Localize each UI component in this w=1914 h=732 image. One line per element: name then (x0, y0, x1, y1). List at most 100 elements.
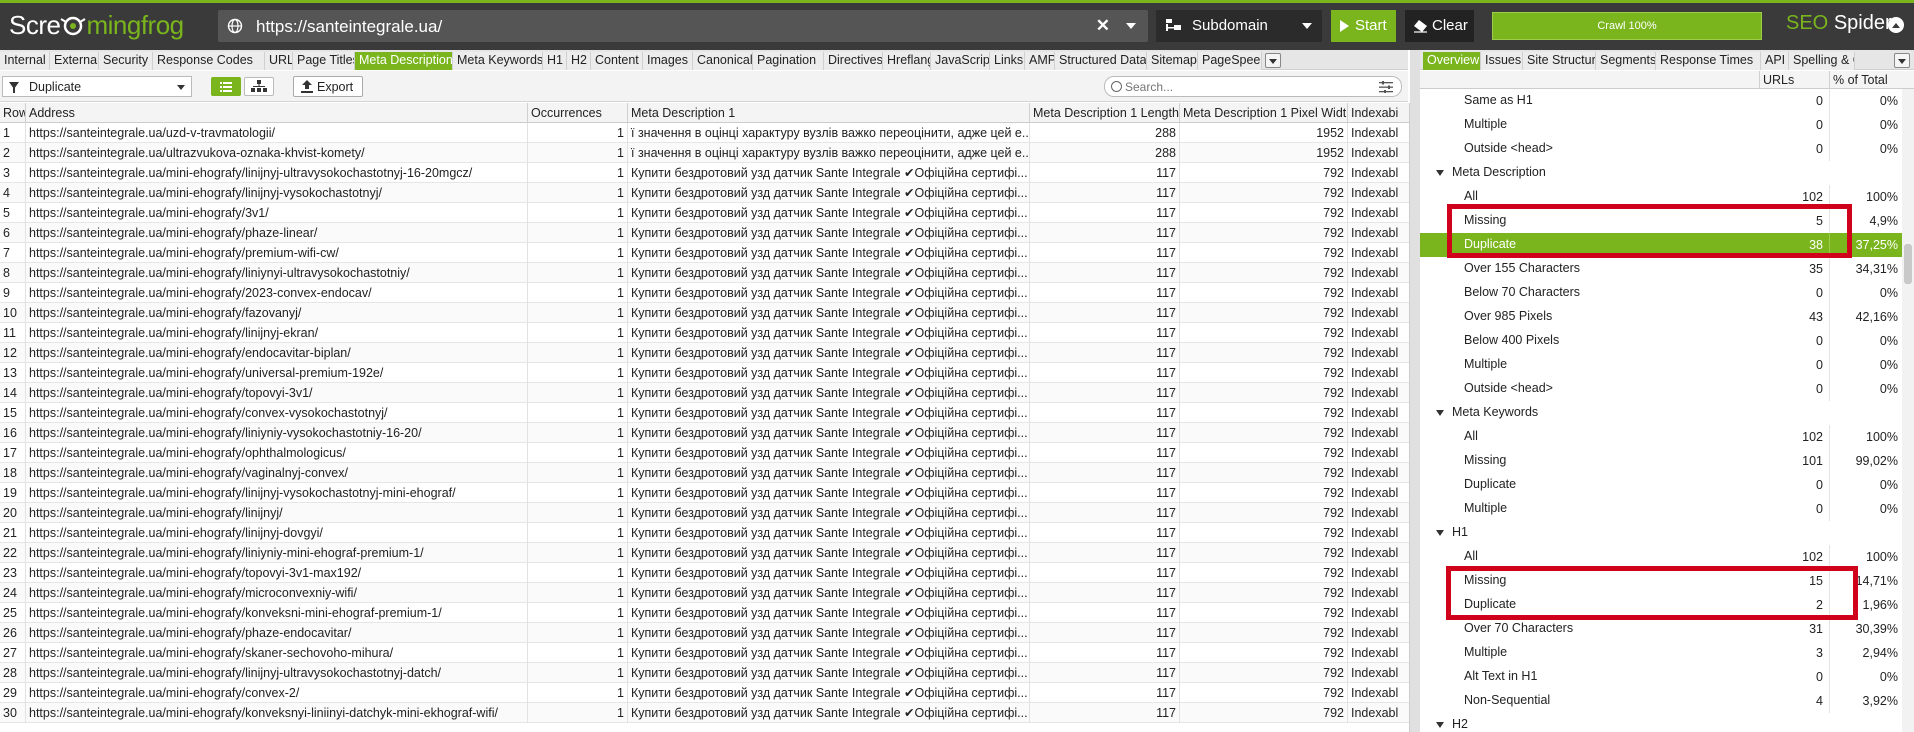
table-row[interactable]: 13 https://santeintegrale.ua/mini-ehograf… (0, 363, 1409, 383)
tree-view-button[interactable] (244, 77, 274, 96)
tab-h1[interactable]: H1 (543, 52, 567, 70)
expand-triangle-icon[interactable] (1436, 722, 1444, 728)
overview-item-missing[interactable]: Missing 101 99,02% (1420, 449, 1902, 473)
table-row[interactable]: 25 https://santeintegrale.ua/mini-ehograf… (0, 603, 1409, 623)
side-tab-api[interactable]: API (1761, 52, 1789, 70)
overview-item-alt-text-in-h1[interactable]: Alt Text in H1 0 0% (1420, 665, 1902, 689)
overview-item-below-70-characters[interactable]: Below 70 Characters 0 0% (1420, 281, 1902, 305)
table-row[interactable]: 3 https://santeintegrale.ua/mini-ehografy… (0, 163, 1409, 183)
column-header-meta-description-1[interactable]: Meta Description 1 (628, 103, 1030, 123)
column-header-address[interactable]: Address (26, 103, 528, 123)
tab-pagespee[interactable]: PageSpee (1198, 52, 1262, 70)
overview-item-multiple[interactable]: Multiple 3 2,94% (1420, 641, 1902, 665)
table-row[interactable]: 15 https://santeintegrale.ua/mini-ehograf… (0, 403, 1409, 423)
column-header-meta-description-1-length[interactable]: Meta Description 1 Length (1030, 103, 1180, 123)
overview-section-meta-keywords[interactable]: Meta Keywords (1420, 401, 1902, 425)
tab-internal[interactable]: Internal (0, 52, 50, 70)
column-header-row[interactable]: Row (0, 103, 26, 123)
list-view-button[interactable] (211, 77, 241, 96)
overview-item-outside-head[interactable]: Outside <head> 0 0% (1420, 137, 1902, 161)
overview-item-below-400-pixels[interactable]: Below 400 Pixels 0 0% (1420, 329, 1902, 353)
export-button[interactable]: Export (293, 76, 363, 97)
expand-triangle-icon[interactable] (1436, 410, 1444, 416)
url-input[interactable]: https://santeintegrale.ua/ ✕ (218, 10, 1148, 42)
expand-triangle-icon[interactable] (1436, 170, 1444, 176)
overview-item-over-155-characters[interactable]: Over 155 Characters 35 34,31% (1420, 257, 1902, 281)
table-row[interactable]: 26 https://santeintegrale.ua/mini-ehograf… (0, 623, 1409, 643)
tab-hreflang[interactable]: Hreflang (883, 52, 931, 70)
overview-section-meta-description[interactable]: Meta Description (1420, 161, 1902, 185)
overview-item-multiple[interactable]: Multiple 0 0% (1420, 353, 1902, 377)
clear-button[interactable]: Clear (1405, 10, 1474, 42)
overview-item-all[interactable]: All 102 100% (1420, 425, 1902, 449)
search-options-icon[interactable] (1379, 81, 1393, 93)
tab-external[interactable]: External (50, 52, 99, 70)
table-row[interactable]: 5 https://santeintegrale.ua/mini-ehografy… (0, 203, 1409, 223)
side-tab-issues[interactable]: Issues (1481, 52, 1523, 70)
table-row[interactable]: 22 https://santeintegrale.ua/mini-ehograf… (0, 543, 1409, 563)
tab-amp[interactable]: AMP (1025, 52, 1055, 70)
table-row[interactable]: 2 https://santeintegrale.ua/ultrazvukova-… (0, 143, 1409, 163)
table-row[interactable]: 28 https://santeintegrale.ua/mini-ehograf… (0, 663, 1409, 683)
tab-security[interactable]: Security (99, 52, 153, 70)
more-tabs-dropdown-icon[interactable] (1265, 53, 1281, 68)
table-row[interactable]: 4 https://santeintegrale.ua/mini-ehografy… (0, 183, 1409, 203)
side-tab-segments[interactable]: Segments (1596, 52, 1656, 70)
table-row[interactable]: 23 https://santeintegrale.ua/mini-ehograf… (0, 563, 1409, 583)
column-header-meta-description-1-pixel-width[interactable]: Meta Description 1 Pixel Width (1180, 103, 1348, 123)
scrollbar-thumb[interactable] (1904, 244, 1912, 284)
start-button[interactable]: Start (1331, 10, 1396, 42)
search-box[interactable] (1104, 76, 1402, 97)
crawl-mode-select[interactable]: Subdomain (1156, 10, 1322, 42)
table-row[interactable]: 9 https://santeintegrale.ua/mini-ehografy… (0, 283, 1409, 303)
table-row[interactable]: 17 https://santeintegrale.ua/mini-ehograf… (0, 443, 1409, 463)
table-row[interactable]: 19 https://santeintegrale.ua/mini-ehograf… (0, 483, 1409, 503)
side-tab-spelling-g[interactable]: Spelling & G (1789, 52, 1855, 70)
tab-links[interactable]: Links (990, 52, 1025, 70)
panel-splitter[interactable] (1410, 50, 1420, 732)
table-row[interactable]: 10 https://santeintegrale.ua/mini-ehograf… (0, 303, 1409, 323)
overview-scrollbar[interactable] (1902, 89, 1914, 732)
collapse-menu-icon[interactable] (1888, 17, 1904, 33)
overview-item-multiple[interactable]: Multiple 0 0% (1420, 497, 1902, 521)
table-row[interactable]: 6 https://santeintegrale.ua/mini-ehografy… (0, 223, 1409, 243)
tab-url[interactable]: URL (265, 52, 293, 70)
tab-response-codes[interactable]: Response Codes (153, 52, 265, 70)
table-row[interactable]: 29 https://santeintegrale.ua/mini-ehograf… (0, 683, 1409, 703)
overview-item-over-70-characters[interactable]: Over 70 Characters 31 30,39% (1420, 617, 1902, 641)
overview-item-multiple[interactable]: Multiple 0 0% (1420, 113, 1902, 137)
tab-structured-data[interactable]: Structured Data (1055, 52, 1147, 70)
table-row[interactable]: 20 https://santeintegrale.ua/mini-ehograf… (0, 503, 1409, 523)
tab-h2[interactable]: H2 (567, 52, 591, 70)
column-header-indexabi[interactable]: Indexabi (1348, 103, 1409, 123)
tab-pagination[interactable]: Pagination (753, 52, 824, 70)
tab-page-titles[interactable]: Page Titles (293, 52, 355, 70)
overview-item-duplicate[interactable]: Duplicate 0 0% (1420, 473, 1902, 497)
url-history-dropdown-icon[interactable] (1126, 23, 1136, 29)
tab-meta-description[interactable]: Meta Description (355, 52, 453, 70)
tab-sitemaps[interactable]: Sitemaps (1147, 52, 1198, 70)
table-row[interactable]: 24 https://santeintegrale.ua/mini-ehograf… (0, 583, 1409, 603)
table-row[interactable]: 16 https://santeintegrale.ua/mini-ehograf… (0, 423, 1409, 443)
overview-section-h2[interactable]: H2 (1420, 713, 1902, 732)
more-side-tabs-dropdown-icon[interactable] (1894, 53, 1910, 68)
tab-meta-keywords[interactable]: Meta Keywords (453, 52, 543, 70)
overview-item-non-sequential[interactable]: Non-Sequential 4 3,92% (1420, 689, 1902, 713)
table-row[interactable]: 30 https://santeintegrale.ua/mini-ehograf… (0, 703, 1409, 723)
table-row[interactable]: 12 https://santeintegrale.ua/mini-ehograf… (0, 343, 1409, 363)
table-row[interactable]: 11 https://santeintegrale.ua/mini-ehograf… (0, 323, 1409, 343)
tab-images[interactable]: Images (643, 52, 693, 70)
table-row[interactable]: 27 https://santeintegrale.ua/mini-ehograf… (0, 643, 1409, 663)
table-row[interactable]: 21 https://santeintegrale.ua/mini-ehograf… (0, 523, 1409, 543)
column-header-occurrences[interactable]: Occurrences (528, 103, 628, 123)
table-row[interactable]: 14 https://santeintegrale.ua/mini-ehograf… (0, 383, 1409, 403)
search-input[interactable] (1125, 79, 1355, 94)
table-row[interactable]: 18 https://santeintegrale.ua/mini-ehograf… (0, 463, 1409, 483)
tab-javascript[interactable]: JavaScript (931, 52, 990, 70)
side-tab-overview[interactable]: Overview (1423, 52, 1481, 70)
overview-item-same-as-h1[interactable]: Same as H1 0 0% (1420, 89, 1902, 113)
side-tab-site-structure[interactable]: Site Structure (1523, 52, 1596, 70)
expand-triangle-icon[interactable] (1436, 530, 1444, 536)
side-tab-response-times[interactable]: Response Times (1656, 52, 1761, 70)
table-row[interactable]: 7 https://santeintegrale.ua/mini-ehografy… (0, 243, 1409, 263)
